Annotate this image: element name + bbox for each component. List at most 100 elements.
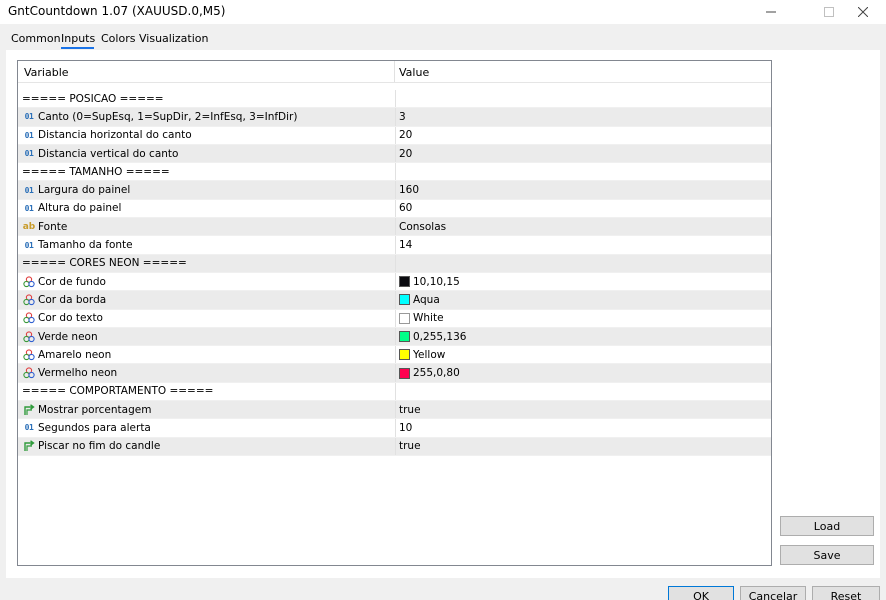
value-cell xyxy=(395,254,771,272)
ok-button[interactable]: OK xyxy=(668,586,734,600)
section-row[interactable]: ===== TAMANHO ===== xyxy=(18,163,771,182)
value-cell[interactable]: true xyxy=(395,437,771,455)
value-cell[interactable]: 10,10,15 xyxy=(395,272,771,291)
variable-cell: ===== CORES NEON ===== xyxy=(18,255,394,272)
value-cell[interactable]: 160 xyxy=(395,181,771,199)
minimize-icon[interactable] xyxy=(748,0,794,24)
parameter-row[interactable]: 01 Canto (0=SupEsq, 1=SupDir, 2=InfEsq, 3… xyxy=(18,108,771,127)
variable-label: ===== CORES NEON ===== xyxy=(22,257,187,270)
parameter-row[interactable]: 01 Segundos para alerta 10 xyxy=(18,419,771,438)
value-text: 10,10,15 xyxy=(413,275,460,288)
cancel-button[interactable]: Cancelar xyxy=(740,586,806,600)
value-cell[interactable]: Aqua xyxy=(395,291,771,309)
parameter-row[interactable]: Vermelho neon 255,0,80 xyxy=(18,364,771,383)
value-cell[interactable]: 10 xyxy=(395,419,771,437)
value-cell[interactable]: 20 xyxy=(395,126,771,144)
value-cell[interactable]: 0,255,136 xyxy=(395,327,771,346)
value-cell[interactable]: Yellow xyxy=(395,346,771,364)
variable-cell: ===== POSICAO ===== xyxy=(18,90,394,107)
value-cell[interactable]: 60 xyxy=(395,199,771,218)
value-cell[interactable]: Consolas xyxy=(395,218,771,236)
value-cell[interactable]: 255,0,80 xyxy=(395,364,771,382)
variable-cell: ===== COMPORTAMENTO ===== xyxy=(18,383,394,400)
value-cell[interactable]: 3 xyxy=(395,108,771,126)
value-text: 10 xyxy=(399,421,413,434)
variable-label: Cor de fundo xyxy=(38,275,106,288)
color-swatch[interactable] xyxy=(399,331,410,342)
column-divider[interactable] xyxy=(394,61,395,82)
value-cell[interactable]: White xyxy=(395,309,771,327)
value-text: true xyxy=(399,440,421,453)
parameter-row[interactable]: ab Fonte Consolas xyxy=(18,218,771,237)
close-icon[interactable] xyxy=(840,0,886,24)
parameter-row[interactable]: Mostrar porcentagem true xyxy=(18,401,771,420)
column-header-value[interactable]: Value xyxy=(399,66,429,79)
section-row[interactable]: ===== POSICAO ===== xyxy=(18,90,771,109)
parameter-row[interactable]: 01 Distancia vertical do canto 20 xyxy=(18,144,771,164)
title-bar: GntCountdown 1.07 (XAUUSD.0,M5) xyxy=(0,0,886,24)
parameter-row[interactable]: 01 Altura do painel 60 xyxy=(18,199,771,219)
variable-cell: 01 Segundos para alerta xyxy=(18,419,394,436)
parameter-row[interactable]: Verde neon 0,255,136 xyxy=(18,327,771,347)
color-type-icon xyxy=(22,349,36,361)
value-text: 255,0,80 xyxy=(413,367,460,380)
parameter-row[interactable]: 01 Distancia horizontal do canto 20 xyxy=(18,126,771,145)
reset-button[interactable]: Reset xyxy=(812,586,880,600)
variable-label: Largura do painel xyxy=(38,184,131,197)
color-swatch[interactable] xyxy=(399,294,410,306)
parameter-row[interactable]: Cor da borda Aqua xyxy=(18,291,771,310)
tab-common[interactable]: Common xyxy=(11,32,61,45)
integer-type-icon: 01 xyxy=(24,203,34,213)
value-text: Yellow xyxy=(413,348,446,361)
tab-inputs[interactable]: Inputs xyxy=(61,32,95,45)
variable-label: ===== POSICAO ===== xyxy=(22,92,164,105)
variable-label: Canto (0=SupEsq, 1=SupDir, 2=InfEsq, 3=I… xyxy=(38,110,298,123)
variable-cell: 01 Distancia horizontal do canto xyxy=(18,127,394,144)
tab-colors[interactable]: Colors xyxy=(101,32,135,45)
integer-type-icon: 01 xyxy=(24,185,34,195)
save-button[interactable]: Save xyxy=(780,545,874,565)
parameter-row[interactable]: Piscar no fim do candle true xyxy=(18,437,771,456)
parameter-row[interactable]: Cor do texto White xyxy=(18,309,771,328)
color-type-icon xyxy=(22,312,36,324)
variable-label: Verde neon xyxy=(38,330,98,343)
variable-cell: Mostrar porcentagem xyxy=(18,401,394,418)
variable-cell: Vermelho neon xyxy=(18,364,394,381)
value-text: 20 xyxy=(399,147,413,160)
variable-cell: 01 Canto (0=SupEsq, 1=SupDir, 2=InfEsq, 3… xyxy=(18,108,394,125)
inputs-grid[interactable]: Variable Value ===== POSICAO ===== 01 Cant… xyxy=(17,60,772,566)
value-cell xyxy=(395,90,771,108)
value-cell[interactable]: 14 xyxy=(395,236,771,254)
color-swatch[interactable] xyxy=(399,276,410,288)
parameter-row[interactable]: Cor de fundo 10,10,15 xyxy=(18,272,771,292)
parameter-row[interactable]: 01 Tamanho da fonte 14 xyxy=(18,236,771,255)
value-cell[interactable]: true xyxy=(395,401,771,419)
value-cell xyxy=(395,163,771,181)
variable-label: Amarelo neon xyxy=(38,348,112,361)
integer-type-icon: 01 xyxy=(24,149,34,159)
variable-cell: Cor de fundo xyxy=(18,273,394,290)
parameter-row[interactable]: Amarelo neon Yellow xyxy=(18,346,771,365)
tab-visualization[interactable]: Visualization xyxy=(139,32,208,45)
variable-cell: ===== TAMANHO ===== xyxy=(18,163,394,180)
variable-label: Cor do texto xyxy=(38,312,103,325)
load-button[interactable]: Load xyxy=(780,516,874,536)
column-header-variable[interactable]: Variable xyxy=(24,66,69,79)
integer-type-icon: 01 xyxy=(24,423,34,433)
value-cell[interactable]: 20 xyxy=(395,144,771,163)
variable-label: Segundos para alerta xyxy=(38,421,151,434)
section-row[interactable]: ===== COMPORTAMENTO ===== xyxy=(18,382,771,402)
variable-label: ===== TAMANHO ===== xyxy=(22,165,170,178)
variable-cell: Verde neon xyxy=(18,328,394,345)
variable-cell: Amarelo neon xyxy=(18,346,394,363)
color-swatch[interactable] xyxy=(399,349,410,361)
value-text: White xyxy=(413,312,444,325)
parameter-row[interactable]: 01 Largura do painel 160 xyxy=(18,181,771,200)
color-swatch[interactable] xyxy=(399,367,410,379)
value-text: 160 xyxy=(399,184,420,197)
grid-header: Variable Value xyxy=(18,61,771,83)
section-row[interactable]: ===== CORES NEON ===== xyxy=(18,254,771,273)
color-swatch[interactable] xyxy=(399,312,410,324)
value-text: Consolas xyxy=(399,220,447,233)
variable-label: Vermelho neon xyxy=(38,367,118,380)
